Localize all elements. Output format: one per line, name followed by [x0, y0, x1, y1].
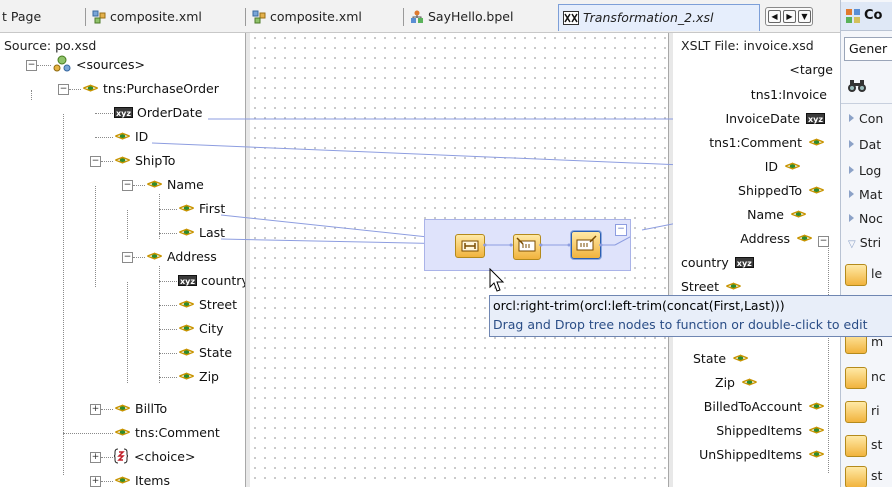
target-node-country[interactable]: country — [681, 253, 754, 274]
target-node-invoice[interactable]: tns1:Invoice — [751, 85, 827, 105]
function-group[interactable]: − — [424, 219, 631, 271]
expand-triangle-icon — [849, 190, 854, 198]
target-node-root[interactable]: <targe — [789, 60, 833, 80]
target-node-shipped-items[interactable]: ShippedItems — [716, 420, 825, 441]
xyz-attribute-icon — [806, 110, 825, 130]
target-node-zip[interactable]: Zip — [715, 372, 758, 393]
target-node-address[interactable]: Address — [740, 228, 813, 249]
target-node-state[interactable]: State — [693, 348, 750, 369]
element-tag-icon — [796, 228, 813, 248]
element-tag-icon — [808, 420, 825, 440]
palette-category-mat[interactable]: Mat — [843, 184, 892, 206]
palette-category-noc[interactable]: Noc — [843, 208, 892, 230]
collapse-triangle-icon: ▽ — [848, 239, 856, 250]
function-tooltip: orcl:right-trim(orcl:left-trim(concat(Fi… — [489, 295, 892, 337]
tree-line — [828, 243, 829, 473]
element-tag-icon — [808, 396, 825, 416]
palette-function-nc[interactable]: nc — [843, 366, 892, 392]
target-header: XSLT File: invoice.xsd — [681, 38, 814, 53]
string-function-icon — [845, 366, 867, 389]
element-tag-icon — [808, 444, 825, 464]
element-tag-icon — [790, 204, 807, 224]
string-function-icon — [845, 465, 867, 487]
expand-triangle-icon — [849, 140, 854, 148]
collapse-group-icon[interactable]: − — [615, 224, 627, 236]
target-node-invoice-date[interactable]: InvoiceDate — [725, 109, 825, 130]
expand-triangle-icon — [849, 114, 854, 122]
string-function-icon — [845, 434, 867, 457]
target-node-billed-to-account[interactable]: BilledToAccount — [704, 396, 825, 417]
mapping-line-first[interactable] — [220, 214, 457, 241]
target-node-street[interactable]: Street — [681, 276, 742, 297]
mapping-line-last[interactable] — [220, 238, 457, 245]
target-tree-pane: XSLT File: invoice.xsd <targe tns1:Invoi… — [673, 33, 837, 487]
target-node-comment[interactable]: tns1:Comment — [709, 132, 825, 153]
palette-function-st-2[interactable]: st — [843, 465, 892, 487]
component-palette-icon — [846, 9, 860, 23]
palette-divider — [841, 103, 892, 104]
palette-function-right-trim[interactable]: ri — [843, 400, 892, 426]
palette-title: Co — [864, 8, 883, 23]
palette-category-string[interactable]: ▽ Stri — [843, 232, 892, 254]
element-tag-icon — [784, 156, 801, 176]
element-tag-icon — [724, 276, 742, 296]
target-node-unshipped-items[interactable]: UnShippedItems — [699, 444, 825, 465]
mouse-cursor-icon — [489, 268, 505, 292]
target-node-name[interactable]: Name — [747, 204, 807, 225]
search-binoculars-icon[interactable] — [847, 78, 867, 94]
tooltip-expression: orcl:right-trim(orcl:left-trim(concat(Fi… — [493, 298, 785, 313]
element-tag-icon — [808, 180, 825, 200]
element-tag-icon — [740, 372, 758, 392]
expand-triangle-icon — [849, 214, 854, 222]
xyz-attribute-icon — [734, 254, 754, 274]
expand-triangle-icon — [849, 166, 854, 174]
palette-category-dropdown[interactable]: Gener — [844, 37, 892, 61]
palette-category-log[interactable]: Log — [843, 160, 892, 182]
palette-title-bar: Co — [841, 2, 892, 31]
palette-category-dat[interactable]: Dat — [843, 134, 892, 156]
tooltip-hint: Drag and Drop tree nodes to function or … — [493, 317, 868, 332]
palette-function-left-trim[interactable]: le — [843, 263, 892, 289]
target-node-shipped-to[interactable]: ShippedTo — [738, 180, 825, 201]
palette-category-con[interactable]: Con — [843, 108, 892, 130]
function-connectors — [483, 236, 630, 247]
target-node-id[interactable]: ID — [765, 156, 801, 177]
component-palette: Co Gener Con Dat Log Mat Noc ▽ Stri le m … — [840, 0, 892, 487]
left-trim-function-icon — [845, 263, 867, 286]
element-tag-icon — [808, 132, 825, 152]
right-trim-function-icon — [845, 400, 867, 423]
element-tag-icon — [732, 348, 750, 368]
palette-function-st-1[interactable]: st — [843, 434, 892, 460]
